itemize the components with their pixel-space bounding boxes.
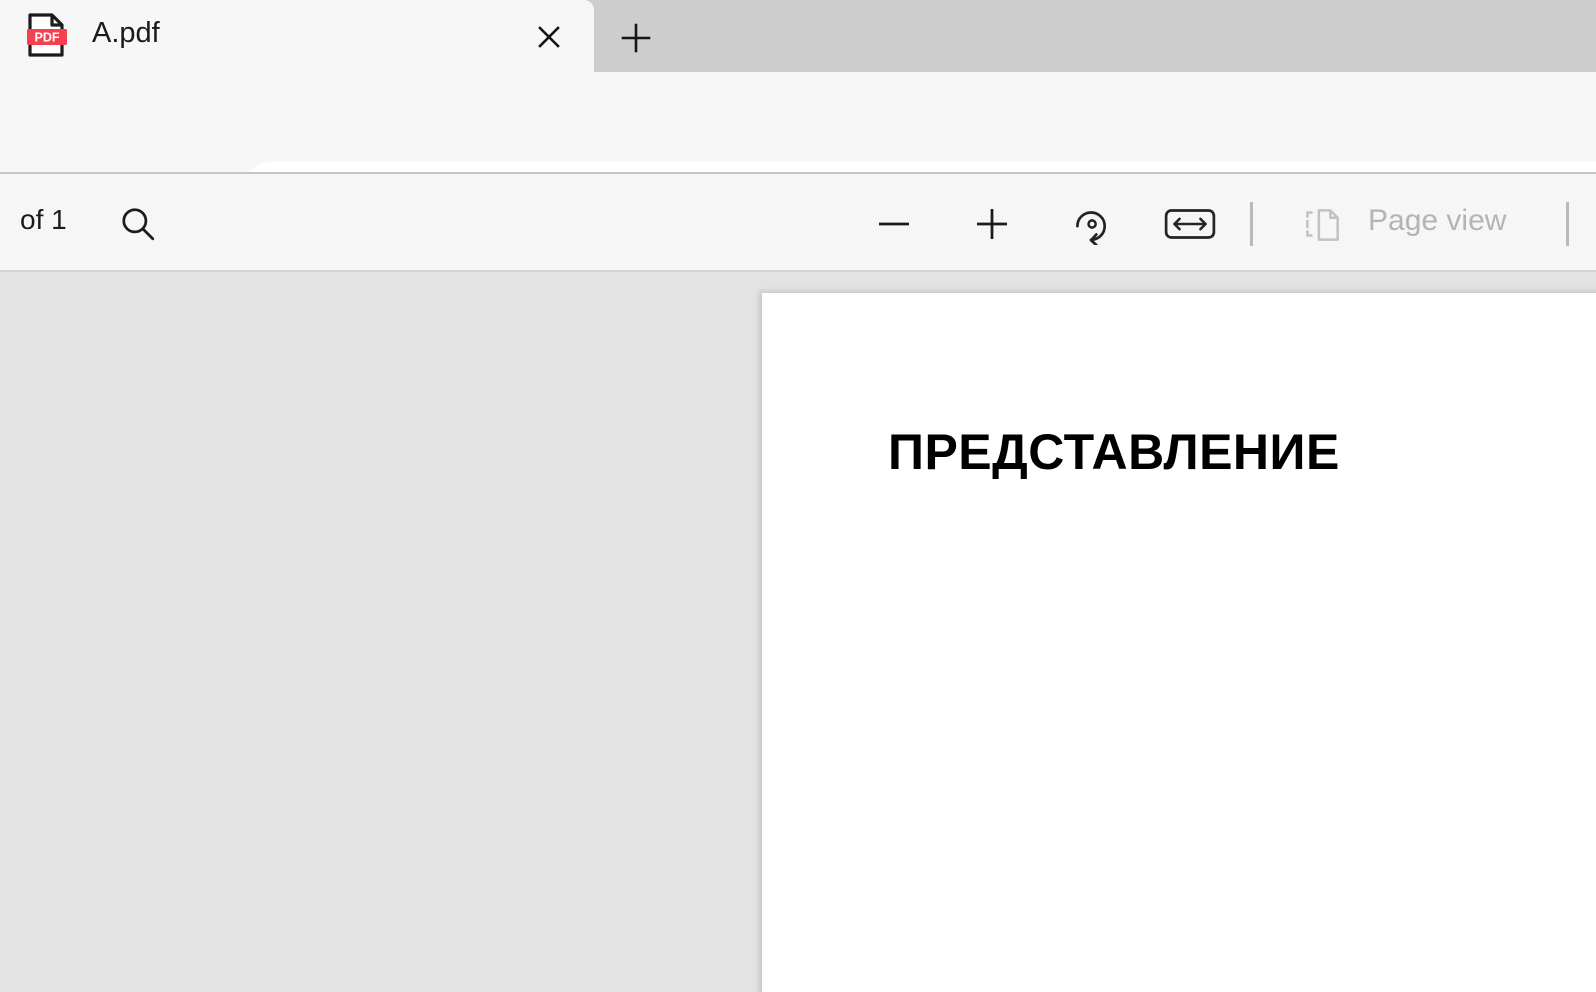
search-button[interactable] — [110, 196, 166, 252]
rotate-button[interactable] — [1062, 196, 1118, 252]
toolbar-divider-right — [1566, 202, 1569, 246]
plus-icon — [976, 208, 1008, 240]
toolbar-divider — [1250, 202, 1253, 246]
tab-title: A.pdf — [92, 17, 160, 49]
plus-icon — [621, 23, 651, 53]
fit-to-width-button[interactable] — [1162, 196, 1218, 252]
new-tab-button[interactable] — [600, 4, 672, 72]
fit-to-width-icon — [1164, 209, 1216, 239]
browser-window: PDF A.pdf of 1 Page view ПРЕДСТАВЛЕНИЕ — [0, 0, 1596, 992]
pdf-file-icon: PDF — [26, 12, 70, 58]
search-icon — [122, 208, 155, 241]
page-view-label[interactable]: Page view — [1368, 204, 1506, 238]
zoom-in-button[interactable] — [964, 196, 1020, 252]
page-count-label: of 1 — [20, 204, 67, 235]
pdf-toolbar: of 1 Page view — [0, 172, 1596, 272]
close-icon[interactable] — [524, 12, 574, 62]
tab-strip: PDF A.pdf — [0, 0, 1596, 72]
pdf-page-1: ПРЕДСТАВЛЕНИЕ — [762, 293, 1596, 992]
zoom-out-button[interactable] — [866, 196, 922, 252]
navigation-bar: File C:/Users/hecto/Documents/A.pdf — [0, 72, 1596, 226]
browser-tab-a-pdf[interactable]: PDF A.pdf — [0, 0, 594, 72]
page-view-icon[interactable] — [1296, 196, 1348, 252]
minus-icon — [878, 222, 910, 226]
rotate-clockwise-icon — [1076, 211, 1107, 245]
svg-text:PDF: PDF — [35, 31, 60, 45]
document-heading: ПРЕДСТАВЛЕНИЕ — [888, 424, 1340, 480]
pdf-viewer-canvas[interactable]: ПРЕДСТАВЛЕНИЕ — [0, 272, 1596, 992]
